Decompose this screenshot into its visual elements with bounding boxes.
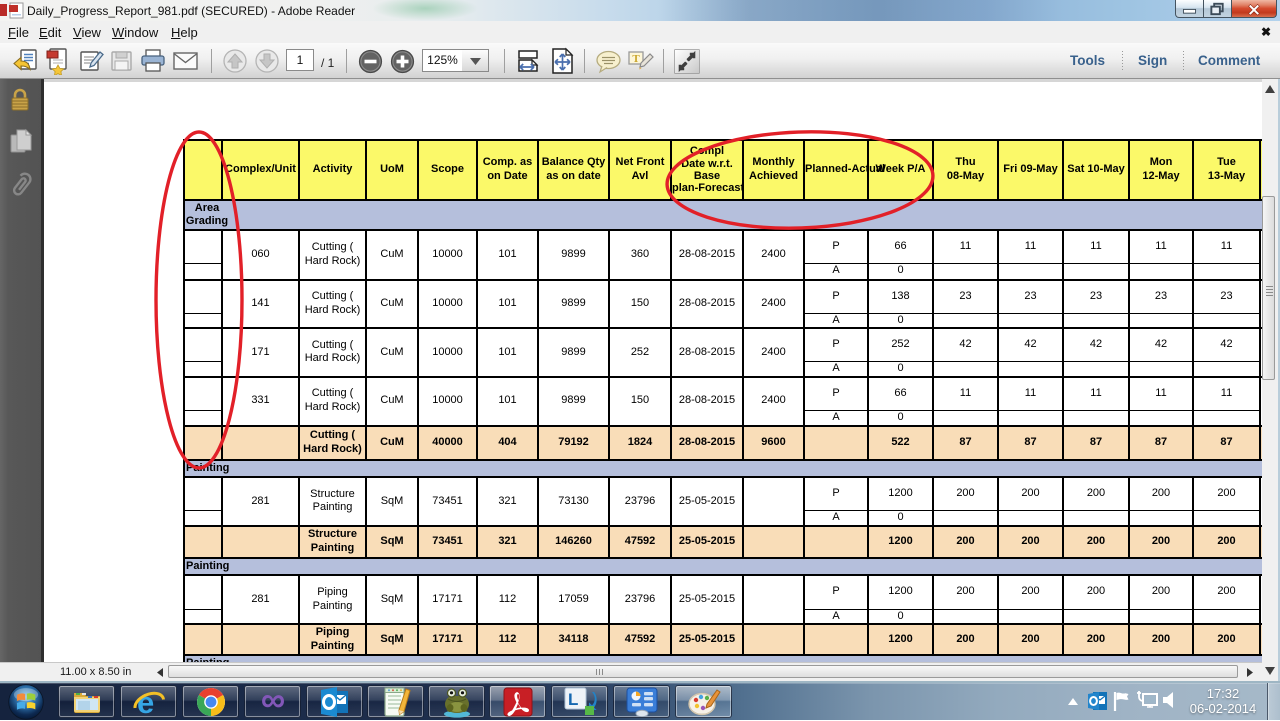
svg-text:T: T: [632, 53, 640, 65]
svg-text:∞: ∞: [260, 687, 284, 717]
svg-text:L: L: [568, 690, 578, 709]
svg-text:e: e: [137, 686, 154, 718]
